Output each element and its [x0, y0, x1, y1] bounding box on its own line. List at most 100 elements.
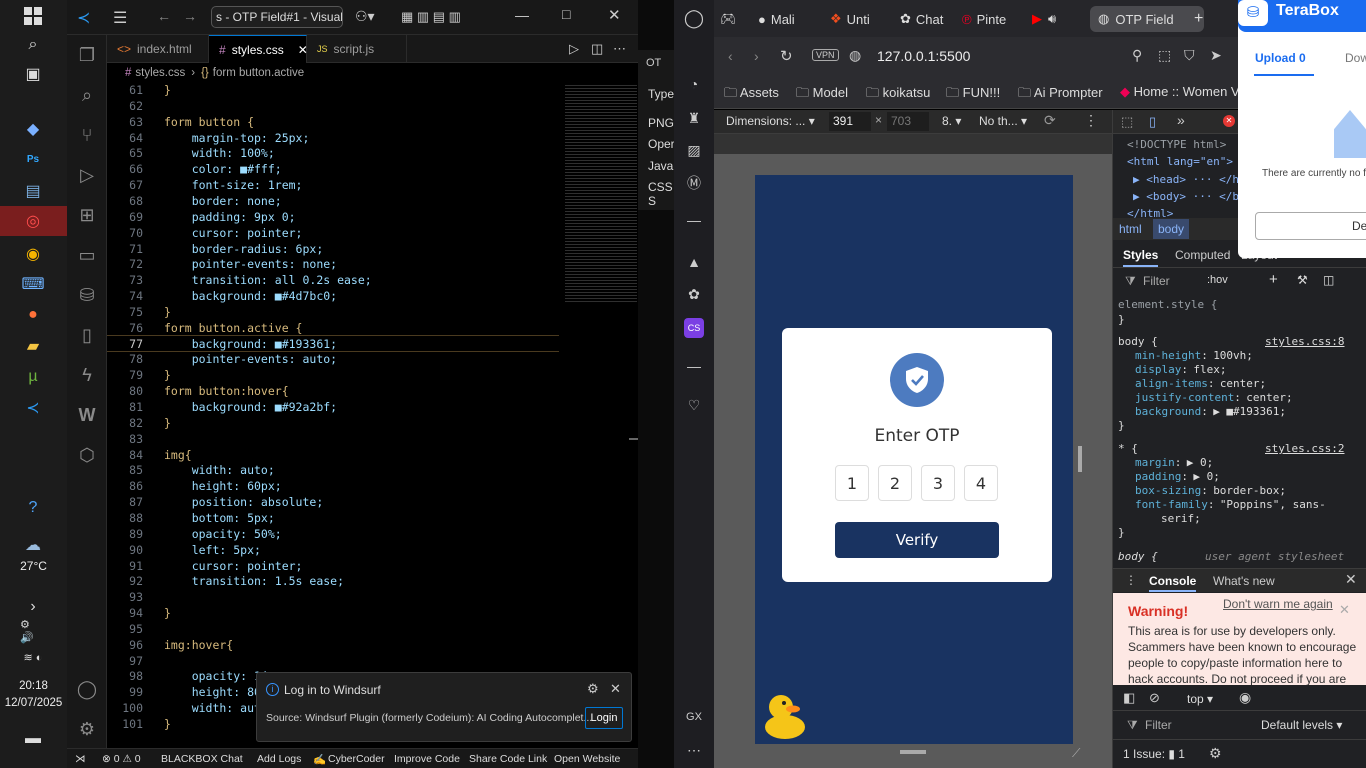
shield-icon[interactable]: ⛉ — [1184, 47, 1195, 64]
settings-gear-icon[interactable]: ⚙ — [1209, 745, 1222, 762]
problems-count[interactable]: ⊗ 0 ⚠ 0 — [102, 753, 141, 765]
resize-corner-icon[interactable]: ⟋ — [1072, 746, 1080, 761]
new-tab-icon[interactable]: + — [1194, 6, 1203, 32]
lightning-icon[interactable]: ϟ — [75, 363, 99, 387]
browser-tab[interactable]: ℗ Pinte — [962, 6, 1006, 32]
chatgpt-icon[interactable]: ✿ — [684, 284, 704, 304]
active-browser-tab[interactable]: ◍ OTP Field — [1090, 6, 1204, 32]
extensions-icon[interactable]: ⊞ — [75, 203, 99, 227]
chat-icon[interactable]: ▭ — [75, 243, 99, 267]
browser-tab[interactable]: ❖ Unti — [830, 6, 870, 32]
explorer-item[interactable]: Oper — [648, 137, 675, 151]
share-code-link[interactable]: Share Code Link — [469, 753, 547, 765]
blackbox-chat[interactable]: BLACKBOX Chat — [161, 753, 243, 765]
resize-handle-bottom[interactable] — [900, 750, 926, 754]
brush-icon[interactable]: ⚒ — [1297, 273, 1308, 287]
css-selector[interactable]: * { — [1118, 442, 1138, 455]
search-icon[interactable]: ⌕ — [75, 83, 99, 107]
cybercoder[interactable]: CyberCoder — [328, 753, 385, 765]
account-icon[interactable]: ◯ — [75, 677, 99, 701]
css-selector[interactable]: body { — [1118, 335, 1158, 348]
download-tab[interactable]: Dow — [1345, 51, 1366, 65]
utorrent-icon[interactable]: µ — [20, 366, 46, 388]
css-property-value[interactable]: flex; — [1193, 363, 1226, 376]
tab-console[interactable]: Console — [1149, 574, 1197, 592]
scrollbar[interactable] — [629, 438, 638, 440]
inspect-icon[interactable]: ⬚ — [1121, 114, 1133, 130]
css-property-value[interactable]: center; — [1246, 391, 1292, 404]
add-logs[interactable]: Add Logs — [257, 753, 301, 765]
breadcrumb-symbol[interactable]: form button.active — [213, 67, 304, 79]
height-input[interactable]: 703 — [887, 112, 929, 131]
dom-html[interactable]: <html lang="en"> — [1127, 155, 1233, 168]
upload-tab[interactable]: Upload 0 — [1255, 51, 1306, 65]
bookmark-assets[interactable]: 🗀︎ Assets — [724, 84, 779, 106]
improve-code[interactable]: Improve Code — [394, 753, 460, 765]
minimap[interactable] — [565, 83, 637, 303]
verify-button[interactable]: Verify — [835, 522, 999, 558]
remote-icon[interactable]: ⋊ — [75, 753, 86, 765]
css-property-name[interactable]: justify-content — [1135, 391, 1234, 404]
element-style-selector[interactable]: element.style { — [1118, 298, 1217, 311]
resize-handle-right[interactable] — [1078, 446, 1082, 472]
gear-icon[interactable]: ⚙ — [587, 681, 599, 697]
forward-icon[interactable]: › — [754, 48, 759, 64]
aria-icon[interactable]: ▲ — [684, 252, 704, 272]
reload-icon[interactable]: ↻ — [780, 47, 793, 65]
tab-whats-new[interactable]: What's new — [1213, 574, 1275, 588]
css-property-name[interactable]: display — [1135, 363, 1181, 376]
styles-filter-input[interactable]: Filter — [1143, 274, 1170, 288]
dimensions-select[interactable]: Dimensions: ... ▾ — [726, 114, 815, 128]
search-icon[interactable]: ⌕ — [20, 34, 46, 56]
pinboard-icon[interactable]: ▨ — [684, 140, 704, 160]
pin-icon[interactable]: ⚲ — [1132, 47, 1142, 64]
otp-digit-input[interactable]: 3 — [921, 465, 955, 501]
more-icon[interactable]: ⋯ — [684, 740, 704, 760]
add-rule-icon[interactable]: + — [1269, 271, 1278, 288]
css-property-name[interactable]: align-items — [1135, 377, 1208, 390]
context-select[interactable]: top ▾ — [1187, 692, 1213, 706]
css-property-name[interactable]: margin — [1135, 456, 1175, 469]
menu-icon[interactable]: ☰ — [113, 8, 127, 28]
css-property-name[interactable]: font-family — [1135, 498, 1208, 511]
photoshop-icon[interactable]: Ps — [20, 148, 46, 170]
close-warning-icon[interactable]: ✕ — [1339, 602, 1350, 618]
browser-tab[interactable]: ● Mali — [758, 6, 795, 32]
tray-icons[interactable]: ⚙ 🔊 — [20, 619, 46, 644]
m-app-icon[interactable]: Ⓜ — [684, 173, 704, 193]
send-icon[interactable]: ➤ — [1210, 47, 1222, 64]
css-property-value[interactable]: ▶ 0; — [1187, 456, 1214, 469]
browser-tab[interactable]: ✿ Chat — [900, 6, 943, 32]
windsurf-icon[interactable]: W — [75, 403, 99, 427]
breadcrumb-file[interactable]: styles.css — [135, 67, 185, 79]
css-property-value[interactable]: center; — [1220, 377, 1266, 390]
heart-icon[interactable]: ♡ — [684, 395, 704, 415]
clear-console-icon[interactable]: ⊘ — [1149, 690, 1160, 706]
tab-computed[interactable]: Computed — [1175, 248, 1230, 262]
snapshot-icon[interactable]: ⬚ — [1158, 47, 1171, 64]
more-actions-icon[interactable]: ⋯ — [613, 41, 626, 57]
remote-explorer-icon[interactable]: ⛁ — [75, 283, 99, 307]
clock-date[interactable]: 12/07/2025 — [0, 697, 67, 709]
eye-icon[interactable]: ◉ — [1239, 689, 1251, 706]
code-editor[interactable]: 61} 62 63 form button {64 margin-top: 25px;… — [107, 83, 638, 748]
details-button[interactable]: Deta — [1255, 212, 1366, 240]
copilot-icon[interactable]: ◆ — [20, 118, 46, 140]
css-property-value[interactable]: ▶ 0; — [1193, 470, 1220, 483]
bookmark-model[interactable]: 🗀︎ Model — [796, 84, 848, 106]
crumb-body[interactable]: body — [1153, 219, 1190, 239]
close-icon[interactable]: ✕ — [608, 6, 621, 24]
tab-index-html[interactable]: <> index.html — [107, 35, 209, 63]
layout-icons[interactable]: ▦ ▥ ▤ ▥ — [401, 9, 461, 25]
sidebar-toggle-icon[interactable]: ◫ — [1323, 273, 1334, 287]
tab-styles[interactable]: Styles — [1123, 248, 1159, 267]
sidebar-icon[interactable]: ◧ — [1123, 690, 1135, 706]
css-property-value[interactable]: ▶ ■#193361; — [1213, 405, 1286, 418]
otp-digit-input[interactable]: 4 — [964, 465, 998, 501]
open-website[interactable]: Open Website — [554, 753, 620, 765]
console-filter-input[interactable]: Filter — [1145, 718, 1172, 732]
cube-icon[interactable]: ⬡ — [75, 443, 99, 467]
firefox-icon[interactable]: ● — [20, 304, 46, 326]
explorer-item[interactable]: Type — [648, 87, 674, 101]
maximize-icon[interactable]: □ — [562, 6, 570, 22]
